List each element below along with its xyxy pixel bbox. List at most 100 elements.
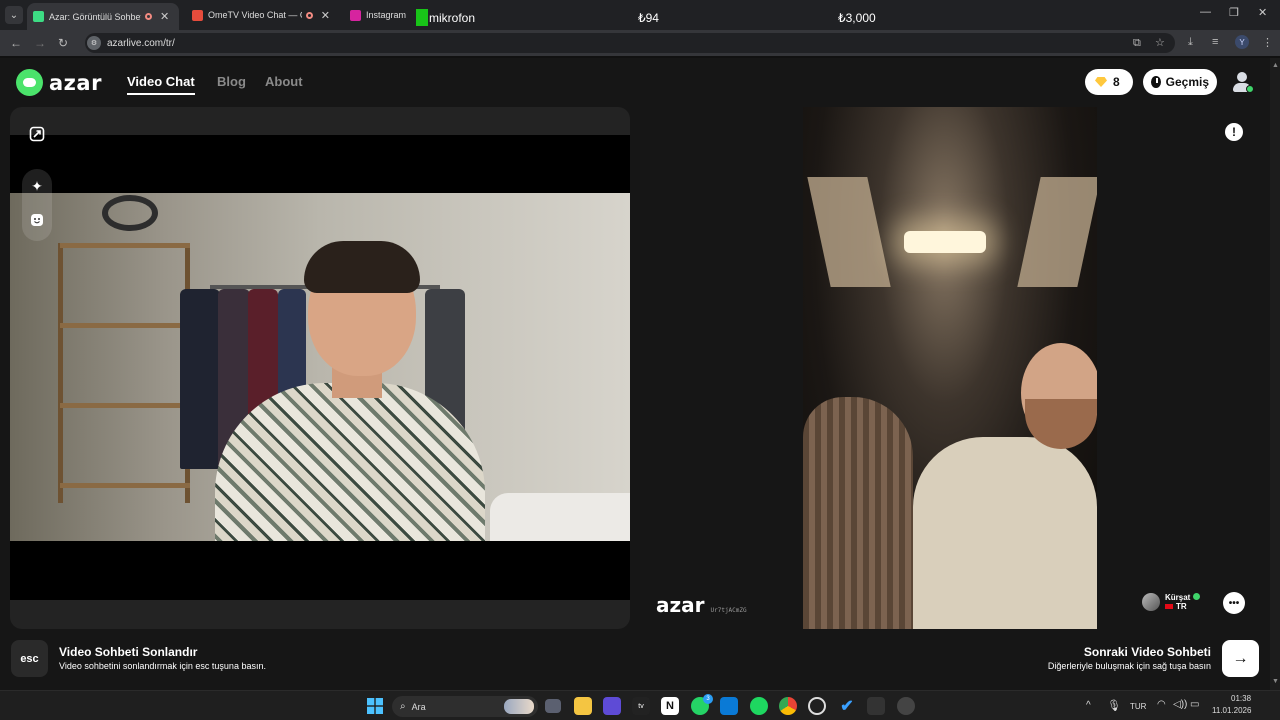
site-info-icon[interactable]: ⚙ xyxy=(87,36,101,50)
clock-time[interactable]: 01:38 xyxy=(1231,694,1251,703)
recording-icon xyxy=(305,11,313,19)
peer-name: Kürşat xyxy=(1165,593,1191,602)
azar-logo-icon xyxy=(16,69,43,96)
window-close-icon[interactable]: ✕ xyxy=(1258,6,1267,19)
azar-logo[interactable]: azar xyxy=(16,69,102,96)
search-placeholder: Ara xyxy=(411,701,426,712)
overlay-value-1: ₺94 xyxy=(638,10,659,25)
tab-azar[interactable]: Azar: Görüntülü Sohbet & V ✕ xyxy=(27,3,179,30)
mic-overlay: mikrofon xyxy=(416,9,475,26)
browser-menu-icon[interactable]: ⋮ xyxy=(1262,36,1273,49)
close-tab-icon[interactable]: ✕ xyxy=(321,9,330,22)
obs-icon[interactable] xyxy=(897,697,915,715)
close-tab-icon[interactable]: ✕ xyxy=(160,10,169,23)
azar-watermark: azar Ur7tjACmZG xyxy=(656,593,747,617)
minimize-icon[interactable]: — xyxy=(1200,6,1211,18)
scroll-up-icon[interactable]: ▲ xyxy=(1272,62,1279,69)
car-ceiling-light xyxy=(904,231,986,253)
filters-button[interactable] xyxy=(22,205,52,235)
mic-label: mikrofon xyxy=(429,10,476,25)
nav-about[interactable]: About xyxy=(265,74,303,89)
todo-check-icon[interactable]: ✔ xyxy=(838,697,856,715)
history-label: Geçmiş xyxy=(1165,75,1209,89)
chat-button[interactable]: ••• xyxy=(1223,592,1245,614)
remote-person-left xyxy=(803,397,913,629)
reading-list-icon[interactable]: ≡ xyxy=(1212,36,1218,48)
nav-video-chat[interactable]: Video Chat xyxy=(127,74,195,89)
next-chat-title: Sonraki Video Sohbeti xyxy=(1083,645,1211,659)
next-chat-button[interactable]: → xyxy=(1222,640,1259,677)
task-view-icon[interactable] xyxy=(545,699,561,713)
nav-blog[interactable]: Blog xyxy=(217,74,246,89)
maximize-icon[interactable]: ❐ xyxy=(1229,6,1239,19)
battery-icon[interactable]: ▭ xyxy=(1190,699,1199,710)
arrow-right-icon: → xyxy=(1232,649,1249,667)
download-icon[interactable]: ⤓ xyxy=(1188,36,1193,49)
clock-icon xyxy=(1151,76,1161,88)
expand-button[interactable] xyxy=(22,119,52,149)
search-icon: ⌕ xyxy=(400,701,406,712)
overlay-value-2: ₺3,000 xyxy=(838,10,876,25)
active-nav-underline xyxy=(127,93,195,95)
steering-wheel xyxy=(102,195,158,231)
chrome-icon[interactable] xyxy=(779,697,797,715)
app-icon[interactable] xyxy=(603,697,621,715)
next-chat-subtitle: Diğerleriyle buluşmak için sağ tuşa bası… xyxy=(1047,661,1211,671)
browser-profile-avatar[interactable]: Y xyxy=(1235,35,1249,49)
install-app-icon[interactable]: ⧉ xyxy=(1133,37,1141,50)
history-button[interactable]: Geçmiş xyxy=(1143,69,1217,95)
reload-icon[interactable]: ↻ xyxy=(58,36,68,50)
esc-key-button[interactable]: esc xyxy=(11,640,48,677)
ometv-favicon-icon xyxy=(192,9,203,21)
clock-date[interactable]: 11.01.2026 xyxy=(1212,706,1251,715)
spotify-icon[interactable] xyxy=(750,697,768,715)
verified-icon xyxy=(1193,593,1201,600)
tray-overflow-icon[interactable]: ^ xyxy=(1086,700,1091,711)
search-highlight-image xyxy=(504,699,534,714)
user-profile-icon[interactable] xyxy=(1231,70,1254,94)
forward-icon[interactable]: → xyxy=(34,36,46,50)
tab-instagram[interactable]: Instagram xyxy=(344,4,424,26)
watermark-text: azar xyxy=(656,593,705,617)
taskbar-search[interactable]: ⌕ Ara xyxy=(392,696,538,717)
scroll-down-icon[interactable]: ▼ xyxy=(1272,678,1279,685)
wifi-icon[interactable]: ◠ xyxy=(1157,699,1166,710)
local-camera-feed xyxy=(10,193,630,541)
peer-info[interactable]: Kürşat TR xyxy=(1142,593,1201,611)
notion-icon[interactable]: N xyxy=(661,697,679,715)
online-status-icon xyxy=(1246,85,1254,93)
bookmark-star-icon[interactable]: ☆ xyxy=(1155,36,1165,49)
page-scrollbar[interactable]: ▲ ▼ xyxy=(1270,58,1280,690)
tab-title: Instagram xyxy=(366,10,407,20)
file-explorer-icon[interactable] xyxy=(574,697,592,715)
logo-text: azar xyxy=(49,70,102,95)
app-box-icon[interactable] xyxy=(867,697,885,715)
vscode-icon[interactable] xyxy=(720,697,738,715)
mic-level-indicator xyxy=(416,9,428,26)
recording-icon xyxy=(145,13,152,20)
report-button[interactable]: ! xyxy=(1225,123,1243,141)
language-indicator[interactable]: TUR xyxy=(1130,702,1146,711)
windows-start-icon[interactable] xyxy=(367,698,383,714)
whatsapp-badge: 3 xyxy=(703,694,713,704)
microphone-icon[interactable]: 🎙 xyxy=(1107,699,1121,712)
peer-country: TR xyxy=(1176,602,1187,611)
chat-bubble-icon: ••• xyxy=(1228,597,1240,609)
tab-search-button[interactable]: ⌄ xyxy=(5,6,23,24)
windows-taskbar: ⌕ Ara tv N 3 ✔ ^ 🎙 TUR ◠ ◁)) ▭ 01:38 11.… xyxy=(0,690,1280,720)
volume-icon[interactable]: ◁)) xyxy=(1173,699,1187,710)
back-icon[interactable]: ← xyxy=(10,36,22,50)
gems-button[interactable]: 8 xyxy=(1085,69,1133,95)
tab-ometv[interactable]: OmeTV Video Chat — Ome ✕ xyxy=(186,4,336,26)
azar-favicon-icon xyxy=(33,11,44,22)
apple-tv-icon[interactable]: tv xyxy=(632,697,650,715)
remote-video-panel: ! azar Ur7tjACmZG Kürşat TR ••• xyxy=(640,107,1260,629)
end-chat-subtitle: Video sohbetini sonlandırmak için esc tu… xyxy=(59,661,266,671)
effects-button[interactable]: ✦ xyxy=(22,171,52,201)
instagram-favicon-icon xyxy=(350,9,361,21)
session-code: Ur7tjACmZG xyxy=(710,607,747,614)
end-chat-title: Video Sohbeti Sonlandır xyxy=(59,645,198,659)
chatgpt-icon[interactable] xyxy=(808,697,826,715)
tab-title: Azar: Görüntülü Sohbet & V xyxy=(49,11,141,22)
url-field[interactable]: ⚙ azarlive.com/tr/ xyxy=(85,33,1175,53)
